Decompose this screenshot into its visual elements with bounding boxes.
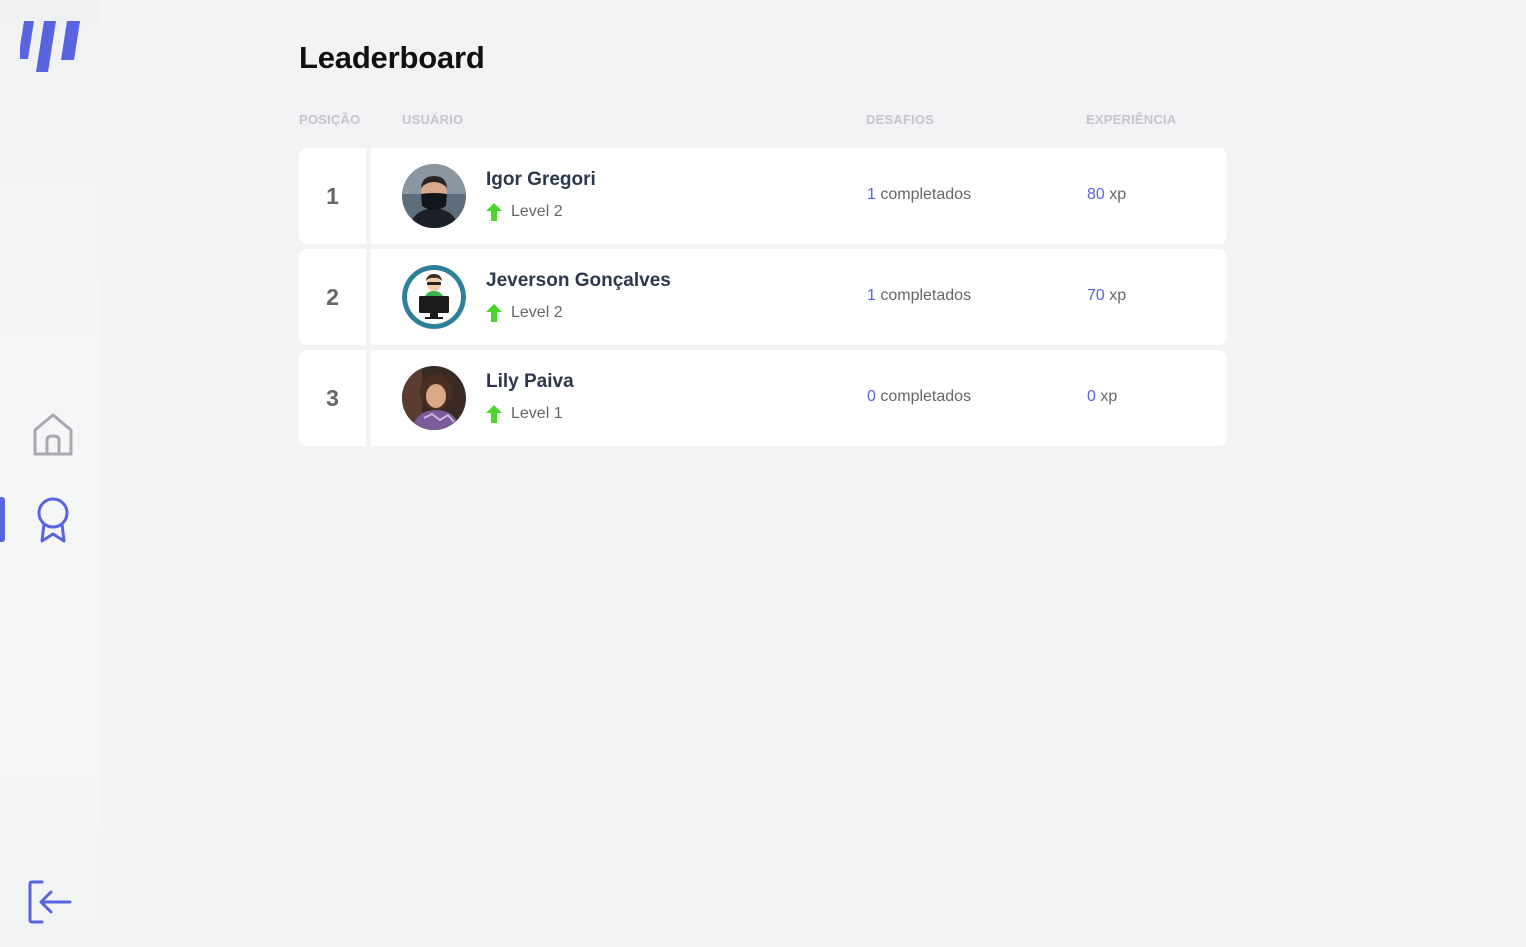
user-name: Jeverson Gonçalves bbox=[486, 270, 671, 291]
experience-value: 70 xp bbox=[1087, 287, 1126, 305]
user-avatar bbox=[402, 164, 466, 228]
challenges-completed: 0 completados bbox=[867, 388, 971, 406]
xp-suffix: xp bbox=[1104, 287, 1127, 304]
home-icon[interactable] bbox=[31, 412, 75, 458]
sidebar bbox=[0, 0, 99, 947]
leaderboard-row: 1 Igor Gregori Level 2 1 completados 80 … bbox=[299, 148, 1227, 244]
leaderboard-list: 1 Igor Gregori Level 2 1 completados 80 … bbox=[299, 148, 1227, 451]
xp-suffix: xp bbox=[1095, 388, 1118, 405]
leaderboard-row: 2 Jeverson Gonçalves Level 2 1 completad… bbox=[299, 249, 1227, 345]
user-name: Lily Paiva bbox=[486, 371, 574, 392]
level-up-icon bbox=[486, 203, 502, 221]
moveit-logo-icon[interactable] bbox=[20, 19, 80, 73]
position-number: 3 bbox=[299, 350, 366, 446]
user-level: Level 2 bbox=[486, 203, 563, 221]
challenges-count: 1 bbox=[867, 186, 876, 203]
challenges-suffix: completados bbox=[875, 186, 972, 203]
page-title: Leaderboard bbox=[299, 40, 485, 75]
position-number: 1 bbox=[299, 148, 366, 244]
challenges-suffix: completados bbox=[875, 287, 972, 304]
level-text: Level 2 bbox=[511, 203, 563, 220]
column-header-position: POSIÇÃO bbox=[299, 112, 361, 127]
user-cell: Lily Paiva Level 1 0 completados 0 xp bbox=[371, 350, 1227, 446]
experience-value: 80 xp bbox=[1087, 186, 1126, 204]
level-text: Level 2 bbox=[511, 304, 563, 321]
logout-icon[interactable] bbox=[26, 878, 74, 926]
user-level: Level 2 bbox=[486, 304, 563, 322]
xp-suffix: xp bbox=[1104, 186, 1127, 203]
column-header-user: USUÁRIO bbox=[402, 112, 464, 127]
leaderboard-row: 3 Lily Paiva Level 1 0 completados 0 xp bbox=[299, 350, 1227, 446]
column-header-experience: EXPERIÊNCIA bbox=[1086, 112, 1177, 127]
user-cell: Igor Gregori Level 2 1 completados 80 xp bbox=[371, 148, 1227, 244]
user-cell: Jeverson Gonçalves Level 2 1 completados… bbox=[371, 249, 1227, 345]
user-avatar bbox=[402, 366, 466, 430]
challenges-count: 1 bbox=[867, 287, 876, 304]
active-nav-indicator bbox=[0, 497, 5, 542]
experience-value: 0 xp bbox=[1087, 388, 1117, 406]
user-name: Igor Gregori bbox=[486, 169, 596, 190]
xp-count: 80 bbox=[1087, 186, 1105, 203]
xp-count: 0 bbox=[1087, 388, 1096, 405]
challenges-completed: 1 completados bbox=[867, 287, 971, 305]
level-up-icon bbox=[486, 304, 502, 322]
position-number: 2 bbox=[299, 249, 366, 345]
challenges-count: 0 bbox=[867, 388, 876, 405]
column-header-challenges: DESAFIOS bbox=[866, 112, 935, 127]
challenges-completed: 1 completados bbox=[867, 186, 971, 204]
user-level: Level 1 bbox=[486, 405, 563, 423]
user-avatar bbox=[402, 265, 466, 329]
challenges-suffix: completados bbox=[875, 388, 972, 405]
award-icon[interactable] bbox=[32, 496, 74, 544]
level-up-icon bbox=[486, 405, 502, 423]
level-text: Level 1 bbox=[511, 405, 563, 422]
xp-count: 70 bbox=[1087, 287, 1105, 304]
